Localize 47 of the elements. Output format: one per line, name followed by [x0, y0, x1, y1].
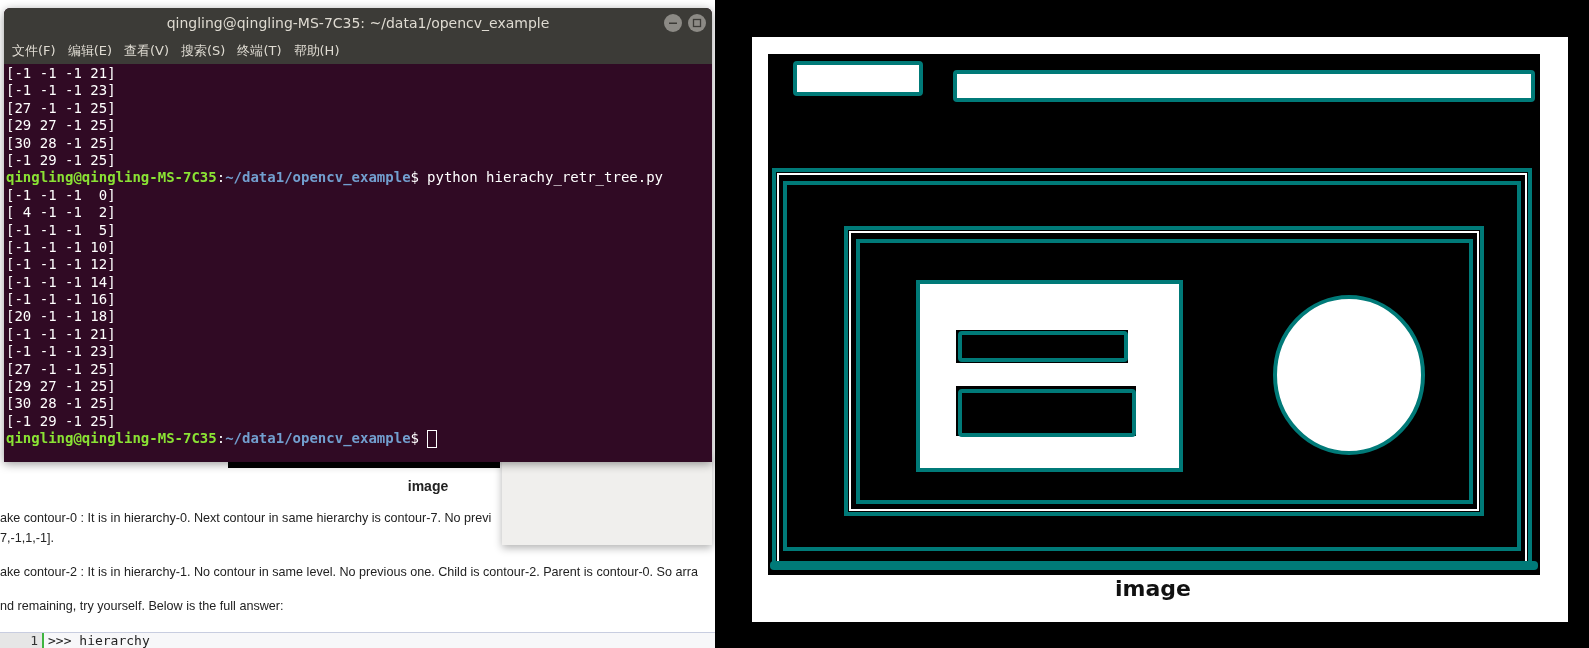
- output-line: [-1 -1 -1 23]: [6, 343, 117, 361]
- output-line: [27 -1 -1 25]: [6, 99, 117, 118]
- prompt-path: ~/data1/opencv_example: [225, 169, 411, 187]
- output-line: [-1 -1 -1 5]: [6, 221, 117, 239]
- output-line: [30 28 -1 25]: [6, 395, 117, 413]
- output-line: [-1 29 -1 25]: [6, 412, 117, 431]
- output-line: [20 -1 -1 18]: [6, 308, 117, 326]
- prompt-path: ~/data1/opencv_example: [225, 430, 411, 448]
- prompt-symbol: $: [410, 430, 420, 448]
- prompt-symbol: $: [410, 169, 420, 187]
- output-line: [30 28 -1 25]: [6, 134, 117, 152]
- menu-item[interactable]: 终端(T): [237, 42, 282, 60]
- paragraph-text: ake contour-2 : It is in hierarchy-1. No contour in same level. No previous one. Child is contour-2. Parent is contour-0. So arra: [0, 564, 698, 581]
- code-line: >>> hierarchy: [47, 633, 150, 648]
- output-line: [27 -1 -1 25]: [6, 360, 117, 379]
- output-line: [-1 -1 -1 21]: [6, 325, 117, 344]
- image-caption: image: [406, 478, 450, 494]
- menu-item[interactable]: 文件(F): [12, 42, 56, 60]
- image-caption: image: [1115, 576, 1191, 601]
- minimize-button[interactable]: [664, 14, 682, 32]
- output-line: [ 4 -1 -1 2]: [6, 204, 117, 222]
- command-text: python hierachy_retr_tree.py: [427, 169, 664, 187]
- menu-item[interactable]: 帮助(H): [293, 42, 340, 60]
- output-line: [29 27 -1 25]: [6, 117, 117, 135]
- maximize-icon: [692, 18, 702, 28]
- output-line: [-1 -1 -1 10]: [6, 238, 117, 257]
- paragraph-text: ake contour-0 : It is in hierarchy-0. Next contour in same hierarchy is contour-7. No previ: [0, 510, 492, 527]
- paragraph-text: 7,-1,1,-1].: [0, 530, 54, 547]
- menu-item[interactable]: 编辑(E): [67, 42, 112, 60]
- output-line: [-1 -1 -1 0]: [6, 186, 117, 205]
- prompt-separator: :: [216, 430, 226, 448]
- menu-item[interactable]: 查看(V): [124, 42, 170, 60]
- paragraph-text: nd remaining, try yourself. Below is the full answer:: [0, 598, 284, 615]
- output-line: [-1 29 -1 25]: [6, 151, 117, 170]
- maximize-button[interactable]: [688, 14, 706, 32]
- output-line: [-1 -1 -1 16]: [6, 291, 117, 309]
- line-number: 1: [0, 633, 44, 648]
- output-line: [29 27 -1 25]: [6, 378, 117, 396]
- output-line: [-1 -1 -1 23]: [6, 82, 117, 100]
- prompt-user: qingling@qingling-MS-7C35: [6, 169, 217, 187]
- menu-item[interactable]: 搜索(S): [181, 42, 226, 60]
- output-line: [-1 -1 -1 14]: [6, 273, 117, 292]
- window-title: qingling@qingling-MS-7C35: ~/data1/opencv_example: [166, 15, 550, 31]
- output-line: [-1 -1 -1 12]: [6, 256, 117, 274]
- output-line: [-1 -1 -1 21]: [6, 65, 117, 83]
- prompt-user: qingling@qingling-MS-7C35: [6, 430, 217, 448]
- prompt-separator: :: [216, 169, 226, 187]
